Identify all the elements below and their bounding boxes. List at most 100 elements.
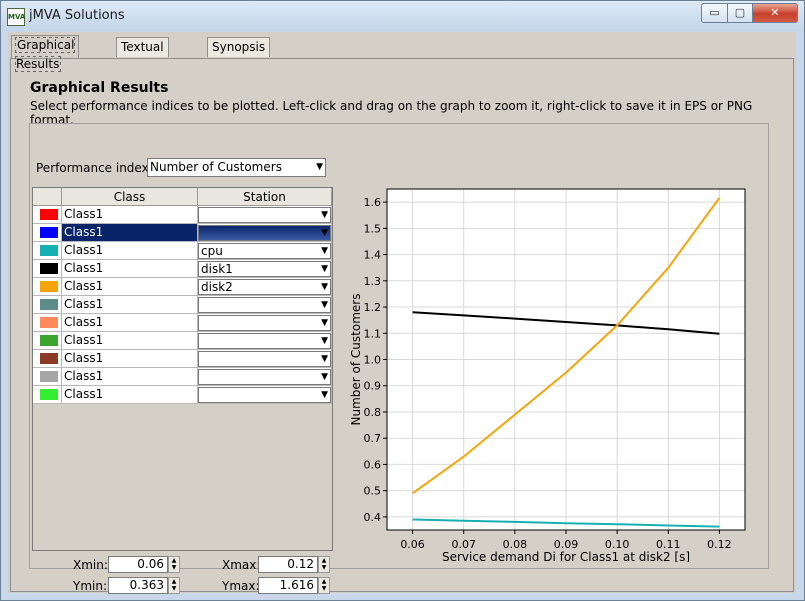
class-name-cell: Class1 bbox=[62, 314, 198, 332]
table-row[interactable]: Class1 ▼ bbox=[33, 296, 332, 314]
jmva-solutions-window: MVA jMVA Solutions ▭ ▢ ✕ Graphical Resul… bbox=[0, 0, 805, 601]
color-cell[interactable] bbox=[33, 314, 62, 332]
xmax-field[interactable]: 0.12 bbox=[258, 556, 318, 573]
class-name-cell: Class1 bbox=[62, 296, 198, 314]
window-client-area: Graphical Results Textual Results Synops… bbox=[8, 32, 796, 594]
table-row[interactable]: Class1 ▼ bbox=[33, 368, 332, 386]
y-tick-label: 1.0 bbox=[364, 354, 382, 367]
tab-graphical-results[interactable]: Graphical Results bbox=[11, 35, 80, 72]
class-color-swatch bbox=[40, 353, 58, 364]
y-axis-label: Number of Customers bbox=[349, 294, 363, 426]
y-tick-label: 1.4 bbox=[364, 249, 382, 262]
class-name-cell: Class1 bbox=[62, 350, 198, 368]
station-select[interactable]: ▼ bbox=[198, 351, 331, 367]
xmin-field[interactable]: 0.06 bbox=[108, 556, 168, 573]
tab-textual-results[interactable]: Textual Results bbox=[116, 37, 170, 73]
tab-synopsis[interactable]: Synopsis bbox=[207, 37, 271, 57]
station-select[interactable]: ▼ bbox=[198, 369, 331, 385]
dropdown-arrow-icon: ▼ bbox=[316, 162, 323, 172]
xmin-label: Xmin: bbox=[73, 558, 108, 572]
dropdown-arrow-icon: ▼ bbox=[321, 300, 328, 310]
station-select[interactable]: ▼ bbox=[198, 297, 331, 313]
table-row[interactable]: Class1 ▼ bbox=[33, 332, 332, 350]
performance-index-select[interactable]: Number of Customers ▼ bbox=[147, 158, 326, 177]
class-name-cell: Class1 bbox=[62, 224, 198, 242]
class-color-swatch bbox=[40, 209, 58, 220]
color-cell[interactable] bbox=[33, 350, 62, 368]
station-select[interactable]: cpu ▼ bbox=[198, 243, 331, 259]
ymin-field[interactable]: 0.363 bbox=[108, 577, 168, 594]
class-color-swatch bbox=[40, 317, 58, 328]
color-cell[interactable] bbox=[33, 224, 62, 242]
dropdown-arrow-icon: ▼ bbox=[321, 210, 328, 220]
station-select[interactable]: disk1 ▼ bbox=[198, 261, 331, 277]
tab-label: Synopsis bbox=[212, 40, 266, 54]
graphical-results-panel: Graphical Results Select performance ind… bbox=[10, 58, 794, 594]
number-of-customers-chart[interactable]: 0.06 0.07 0.08 0.09 0.10 0.11 0.120.40.50.60.7… bbox=[347, 187, 751, 564]
class-color-swatch bbox=[40, 371, 58, 382]
class-color-swatch bbox=[40, 335, 58, 346]
title-bar[interactable]: MVA jMVA Solutions ▭ ▢ ✕ bbox=[1, 1, 804, 31]
close-button[interactable]: ✕ bbox=[753, 3, 798, 23]
xmin-spinner[interactable]: ▲ ▼ bbox=[168, 556, 180, 573]
station-value: disk2 bbox=[201, 280, 233, 294]
class-color-swatch bbox=[40, 227, 58, 238]
x-tick-label: 0.06 bbox=[400, 538, 425, 551]
xmax-spinner[interactable]: ▲ ▼ bbox=[318, 556, 330, 573]
class-name-cell: Class1 bbox=[62, 368, 198, 386]
jmva-app-icon: MVA bbox=[7, 8, 25, 26]
y-tick-label: 1.1 bbox=[364, 327, 382, 340]
panel-title: Graphical Results bbox=[30, 80, 169, 96]
y-tick-label: 1.2 bbox=[364, 301, 382, 314]
color-cell[interactable] bbox=[33, 296, 62, 314]
y-tick-label: 0.9 bbox=[364, 380, 382, 393]
station-select[interactable]: ▼ bbox=[198, 315, 331, 331]
chart-container[interactable]: 0.06 0.07 0.08 0.09 0.10 0.11 0.12 0.4 0.5 0.6 0.7… bbox=[347, 187, 751, 564]
table-row[interactable]: Class1 ▼ bbox=[33, 350, 332, 368]
color-cell[interactable] bbox=[33, 206, 62, 224]
class-name-cell: Class1 bbox=[62, 278, 198, 296]
class-name-cell: Class1 bbox=[62, 332, 198, 350]
class-color-swatch bbox=[40, 389, 58, 400]
minimize-button[interactable]: ▭ bbox=[701, 3, 728, 23]
dropdown-arrow-icon: ▼ bbox=[321, 282, 328, 292]
y-tick-label: 0.7 bbox=[364, 432, 382, 445]
x-axis-label: Service demand Di for Class1 at disk2 [s… bbox=[442, 550, 690, 562]
table-row[interactable]: Class1 ▼ bbox=[33, 314, 332, 332]
station-select[interactable]: ▼ bbox=[198, 387, 331, 403]
table-row[interactable]: Class1 cpu ▼ bbox=[33, 242, 332, 260]
class-name-cell: Class1 bbox=[62, 260, 198, 278]
table-row[interactable]: Class1 ▼ bbox=[33, 224, 332, 242]
maximize-button[interactable]: ▢ bbox=[728, 3, 753, 23]
color-cell[interactable] bbox=[33, 260, 62, 278]
performance-index-value: Number of Customers bbox=[150, 160, 282, 174]
table-row[interactable]: Class1 ▼ bbox=[33, 386, 332, 404]
color-cell[interactable] bbox=[33, 278, 62, 296]
station-select[interactable]: ▼ bbox=[198, 333, 331, 349]
class-color-swatch bbox=[40, 299, 58, 310]
table-row[interactable]: Class1 disk2 ▼ bbox=[33, 278, 332, 296]
color-cell[interactable] bbox=[33, 368, 62, 386]
table-row[interactable]: Class1 ▼ bbox=[33, 206, 332, 224]
color-cell[interactable] bbox=[33, 242, 62, 260]
window-controls: ▭ ▢ ✕ bbox=[701, 3, 798, 23]
dropdown-arrow-icon: ▼ bbox=[321, 390, 328, 400]
dropdown-arrow-icon: ▼ bbox=[321, 264, 328, 274]
ymax-field[interactable]: 1.616 bbox=[258, 577, 318, 594]
class-color-swatch bbox=[40, 281, 58, 292]
color-cell[interactable] bbox=[33, 386, 62, 404]
class-column-header[interactable]: Class bbox=[62, 188, 198, 206]
table-row[interactable]: Class1 disk1 ▼ bbox=[33, 260, 332, 278]
window-title: jMVA Solutions bbox=[29, 8, 125, 23]
station-select[interactable]: disk2 ▼ bbox=[198, 279, 331, 295]
class-color-swatch bbox=[40, 245, 58, 256]
y-tick-label: 1.6 bbox=[364, 196, 382, 209]
color-cell[interactable] bbox=[33, 332, 62, 350]
station-select[interactable]: ▼ bbox=[198, 207, 331, 223]
ymin-spinner[interactable]: ▲ ▼ bbox=[168, 577, 180, 594]
xmax-label: Xmax: bbox=[222, 558, 261, 572]
ymax-spinner[interactable]: ▲ ▼ bbox=[318, 577, 330, 594]
station-select[interactable]: ▼ bbox=[198, 225, 331, 241]
y-tick-label: 0.4 bbox=[364, 511, 382, 524]
station-column-header[interactable]: Station bbox=[198, 188, 332, 206]
